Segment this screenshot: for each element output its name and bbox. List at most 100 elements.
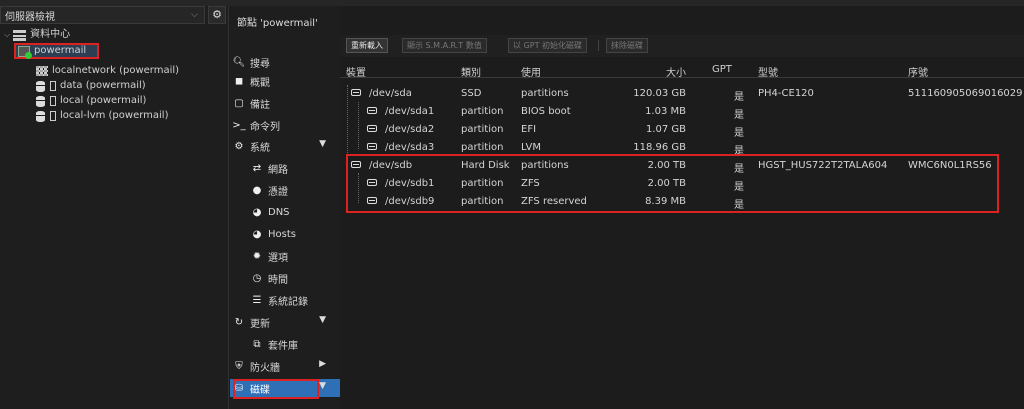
- gpt-cell: 是: [734, 200, 744, 211]
- type-cell: Hard Disk: [461, 160, 510, 171]
- column-header-usage[interactable]: 使用: [521, 64, 541, 79]
- nav-item-options[interactable]: ✹ 選項: [230, 247, 340, 265]
- gear-icon: ✹: [252, 250, 262, 262]
- table-row[interactable]: /dev/sda2 partition EFI 1.07 GB 是: [340, 121, 1024, 139]
- disks-toolbar: 重新載入 顯示 S.M.A.R.T 數值 以 GPT 初始化磁碟 抹除磁碟: [340, 35, 1024, 57]
- device-cell: /dev/sda1: [367, 106, 434, 117]
- hdd-icon: [367, 125, 377, 132]
- clock-icon: ◷: [252, 272, 262, 284]
- nav-item-updates[interactable]: ↻ 更新 ▼: [230, 313, 340, 331]
- column-header-size[interactable]: 大小: [646, 64, 686, 79]
- tree-item-storage-local-lvm[interactable]: local-lvm (powermail): [36, 109, 169, 123]
- column-header-serial[interactable]: 序號: [908, 64, 928, 79]
- gpt-cell: 是: [734, 92, 744, 103]
- cogs-icon: ⚙: [234, 140, 244, 152]
- init-gpt-button[interactable]: 以 GPT 初始化磁碟: [508, 38, 587, 53]
- device-cell: /dev/sda3: [367, 142, 434, 153]
- nav-item-label: 磁碟: [250, 384, 270, 396]
- nav-item-syslog[interactable]: ☰ 系統記錄: [230, 291, 340, 309]
- usage-cell: ZFS: [521, 178, 540, 189]
- table-row[interactable]: /dev/sda3 partition LVM 118.96 GB 是: [340, 139, 1024, 157]
- gpt-cell: 是: [734, 110, 744, 121]
- disks-panel: 重新載入 顯示 S.M.A.R.T 數值 以 GPT 初始化磁碟 抹除磁碟 裝置…: [340, 6, 1024, 409]
- nav-item-label: Hosts: [268, 228, 296, 240]
- reload-button[interactable]: 重新載入: [346, 38, 388, 53]
- nav-item-certificates[interactable]: ● 憑證: [230, 181, 340, 199]
- nav-item-system[interactable]: ⚙ 系統 ▼: [230, 137, 340, 155]
- tree-item-localnetwork[interactable]: localnetwork (powermail): [36, 64, 179, 78]
- tree-item-label: data (powermail): [60, 80, 146, 91]
- tree-item-storage-data[interactable]: data (powermail): [36, 79, 146, 93]
- type-cell: partition: [461, 124, 504, 135]
- table-header: 裝置 類別 使用 大小 GPT 型號 序號: [340, 61, 1024, 79]
- nav-item-label: 防火牆: [250, 362, 280, 374]
- toolbar-separator: [598, 40, 599, 51]
- nav-item-time[interactable]: ◷ 時間: [230, 269, 340, 287]
- table-row[interactable]: /dev/sdb9 partition ZFS reserved 8.39 MB…: [340, 193, 1024, 211]
- type-cell: partition: [461, 106, 504, 117]
- caret-down-icon[interactable]: ▼: [319, 315, 326, 325]
- gpt-cell: 是: [734, 128, 744, 139]
- collapse-arrow-icon[interactable]: ⌵: [4, 28, 10, 42]
- nav-item-repositories[interactable]: ⧉ 套件庫: [230, 335, 340, 353]
- tree-item-datacenter[interactable]: ⌵ 資料中心: [4, 28, 70, 42]
- column-header-model[interactable]: 型號: [758, 64, 778, 79]
- nav-item-notes[interactable]: ▢ 備註: [230, 94, 340, 112]
- nav-item-disks[interactable]: ⛁ 磁碟 ▼: [230, 379, 340, 397]
- column-header-gpt[interactable]: GPT: [712, 64, 732, 75]
- serial-cell: 511160905069016029: [908, 88, 1023, 99]
- table-row[interactable]: /dev/sda SSD partitions 120.03 GB 是 PH4-…: [340, 85, 1024, 103]
- column-header-type[interactable]: 類別: [461, 64, 481, 79]
- shield-icon: ⛨: [235, 360, 243, 372]
- table-row[interactable]: /dev/sdb Hard Disk partitions 2.00 TB 是 …: [340, 157, 1024, 175]
- globe-icon: ◕: [252, 228, 262, 240]
- node-nav-panel: 節點 'powermail' 🔍︎ 搜尋 ◼ 概觀 ▢ 備註 >_ 命令列 ⚙ …: [230, 6, 340, 409]
- nav-item-label: 概觀: [250, 77, 270, 89]
- model-cell: HGST_HUS722T2TALA604: [758, 160, 888, 171]
- nav-item-network[interactable]: ⇄ 網路: [230, 159, 340, 177]
- caret-down-icon[interactable]: ▼: [319, 381, 326, 391]
- column-header-device[interactable]: 裝置: [346, 64, 366, 79]
- nav-item-search[interactable]: 🔍︎ 搜尋: [230, 53, 340, 71]
- exchange-icon: ⇄: [252, 162, 262, 174]
- nav-item-label: 命令列: [250, 121, 280, 133]
- type-cell: partition: [461, 196, 504, 207]
- nav-item-label: 時間: [268, 274, 288, 286]
- files-icon: ⧉: [253, 338, 261, 350]
- usage-cell: EFI: [521, 124, 537, 135]
- table-row[interactable]: /dev/sdb1 partition ZFS 2.00 TB 是: [340, 175, 1024, 193]
- gear-icon[interactable]: ⚙: [208, 6, 226, 24]
- database-icon: [36, 80, 45, 92]
- tree-item-label: powermail: [34, 45, 87, 56]
- view-selector[interactable]: 伺服器檢視 ⌵: [0, 6, 205, 24]
- caret-right-icon[interactable]: ▶: [319, 359, 326, 369]
- hdd-icon: [367, 107, 377, 114]
- nav-item-summary[interactable]: ◼ 概觀: [230, 72, 340, 90]
- tree-item-node-powermail[interactable]: powermail: [14, 43, 99, 59]
- usage-cell: ZFS reserved: [521, 196, 587, 207]
- nav-item-shell[interactable]: >_ 命令列: [230, 116, 340, 134]
- nav-item-firewall[interactable]: ⛨ 防火牆 ▶: [230, 357, 340, 375]
- show-smart-button[interactable]: 顯示 S.M.A.R.T 數值: [402, 38, 487, 53]
- nav-item-label: 憑證: [268, 186, 288, 198]
- network-grid-icon: [36, 66, 48, 76]
- view-selector-label: 伺服器檢視: [5, 11, 55, 23]
- device-cell: /dev/sdb1: [367, 178, 434, 189]
- nav-item-label: 套件庫: [268, 340, 298, 352]
- hdd-icon: [367, 197, 377, 204]
- tree-item-storage-local[interactable]: local (powermail): [36, 94, 146, 108]
- nav-item-label: 搜尋: [250, 58, 270, 70]
- database-icon: [36, 95, 45, 107]
- size-cell: 118.96 GB: [633, 142, 686, 153]
- tree-item-label: 資料中心: [30, 29, 71, 40]
- storage-icon: [50, 96, 56, 106]
- table-row[interactable]: /dev/sda1 partition BIOS boot 1.03 MB 是: [340, 103, 1024, 121]
- globe-icon: ◕: [252, 206, 262, 218]
- wipe-disk-button[interactable]: 抹除磁碟: [606, 38, 648, 53]
- nav-item-dns[interactable]: ◕ DNS: [230, 203, 340, 221]
- device-cell: /dev/sdb: [351, 160, 412, 171]
- nav-item-hosts[interactable]: ◕ Hosts: [230, 225, 340, 243]
- caret-down-icon[interactable]: ▼: [319, 139, 326, 149]
- nav-item-label: 系統: [250, 142, 270, 154]
- storage-icon: [50, 81, 56, 91]
